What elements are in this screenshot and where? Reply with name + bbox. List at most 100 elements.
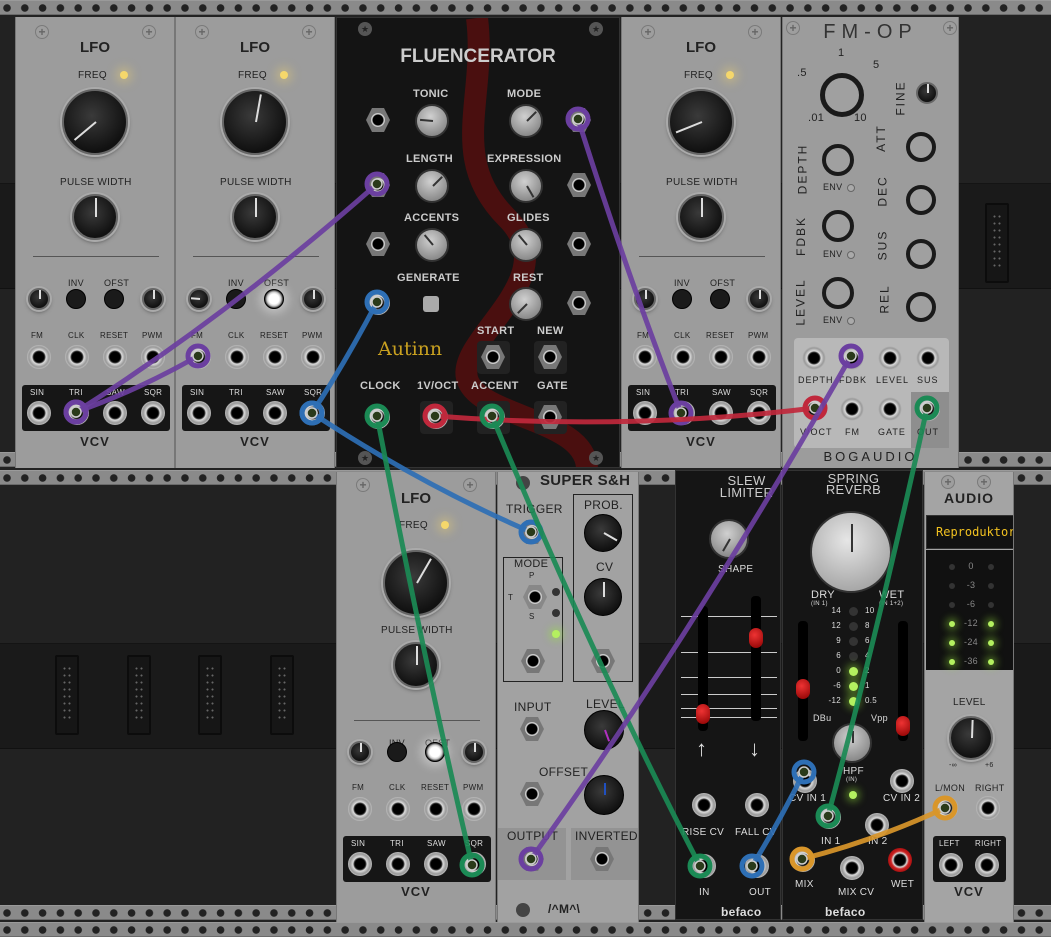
- ofst-button[interactable]: [425, 742, 445, 762]
- freq-knob[interactable]: [383, 550, 449, 616]
- offset-jack[interactable]: [520, 782, 544, 806]
- hpf-knob[interactable]: [832, 723, 872, 763]
- shape-knob[interactable]: [709, 519, 749, 559]
- fdbk-cv-jack[interactable]: [840, 346, 864, 370]
- level-knob[interactable]: [822, 277, 854, 309]
- accent-output-jack[interactable]: [481, 405, 505, 429]
- saw-output-jack[interactable]: [424, 852, 448, 876]
- spring-reverb-module[interactable]: SPRING REVERB DRY (IN 1) WET (IN 1+2) 14…: [782, 470, 923, 920]
- clk-input-jack[interactable]: [386, 797, 410, 821]
- fine-knob[interactable]: [916, 82, 938, 104]
- right-input-jack[interactable]: [976, 796, 1000, 820]
- mix-cv-jack[interactable]: [840, 856, 864, 880]
- in-2-jack[interactable]: [865, 813, 889, 837]
- fdbk-knob[interactable]: [822, 210, 854, 242]
- reset-input-jack[interactable]: [424, 797, 448, 821]
- dry-wet-knob[interactable]: [810, 511, 892, 593]
- reset-input-jack[interactable]: [709, 345, 733, 369]
- inv-button[interactable]: [672, 289, 692, 309]
- fm-input-jack[interactable]: [840, 397, 864, 421]
- cv-in-1-jack[interactable]: [793, 769, 817, 793]
- clk-input-jack[interactable]: [225, 345, 249, 369]
- mix-output-jack[interactable]: [791, 848, 815, 872]
- env-fdbk-toggle[interactable]: [847, 251, 855, 259]
- pulse-width-knob[interactable]: [232, 194, 278, 240]
- gate-input-jack[interactable]: [878, 397, 902, 421]
- sin-output-jack[interactable]: [187, 401, 211, 425]
- device-display[interactable]: Reproduktor: [926, 515, 1013, 549]
- in-1-jack[interactable]: [817, 805, 841, 829]
- input-jack[interactable]: [520, 717, 544, 741]
- inv-button[interactable]: [226, 289, 246, 309]
- pulse-width-knob[interactable]: [393, 642, 439, 688]
- saw-output-jack[interactable]: [263, 401, 287, 425]
- inv-button[interactable]: [387, 742, 407, 762]
- generate-input-jack[interactable]: [366, 291, 390, 315]
- sqr-output-jack[interactable]: [301, 401, 325, 425]
- fm-attenuator-knob[interactable]: [188, 288, 210, 310]
- saw-output-jack[interactable]: [103, 401, 127, 425]
- clock-output-jack[interactable]: [366, 405, 390, 429]
- pwm-attenuator-knob[interactable]: [302, 288, 324, 310]
- env-level-toggle[interactable]: [847, 317, 855, 325]
- pwm-input-jack[interactable]: [141, 345, 165, 369]
- ratio-knob[interactable]: [820, 73, 864, 117]
- level-knob[interactable]: [584, 710, 624, 750]
- fluencerator-module[interactable]: ★ ★ ★ ★ FLUENCERATOR TONIC MODE LENGTH E…: [336, 17, 620, 468]
- wet-output-jack[interactable]: [888, 848, 912, 872]
- accents-knob[interactable]: [415, 228, 449, 262]
- sin-output-jack[interactable]: [27, 401, 51, 425]
- att-knob[interactable]: [906, 132, 936, 162]
- pwm-attenuator-knob[interactable]: [463, 741, 485, 763]
- out-output-jack[interactable]: [916, 397, 940, 421]
- inv-button[interactable]: [66, 289, 86, 309]
- reset-input-jack[interactable]: [103, 345, 127, 369]
- cv-knob[interactable]: [584, 578, 622, 616]
- clk-input-jack[interactable]: [671, 345, 695, 369]
- fm-input-jack[interactable]: [27, 345, 51, 369]
- freq-knob[interactable]: [62, 89, 128, 155]
- reset-input-jack[interactable]: [263, 345, 287, 369]
- wet-fader[interactable]: [896, 621, 910, 741]
- freq-knob[interactable]: [222, 89, 288, 155]
- slew-limiter-module[interactable]: SLEW LIMITER SHAPE ↑ ↓ RISE CV FALL CV I…: [675, 470, 781, 920]
- mode-knob[interactable]: [509, 104, 543, 138]
- rise-fader-handle[interactable]: [696, 704, 710, 724]
- pwm-attenuator-knob[interactable]: [142, 288, 164, 310]
- rest-knob[interactable]: [509, 287, 543, 321]
- audio-module[interactable]: + + AUDIO Reproduktor 0 -3 -6 -12 -24 -36 LEV…: [924, 472, 1014, 922]
- fm-attenuator-knob[interactable]: [349, 741, 371, 763]
- ofst-button[interactable]: [710, 289, 730, 309]
- wet-fader-handle[interactable]: [896, 716, 910, 736]
- out-jack[interactable]: [745, 854, 769, 878]
- fall-fader-handle[interactable]: [749, 628, 763, 648]
- pwm-attenuator-knob[interactable]: [748, 288, 770, 310]
- fm-input-jack[interactable]: [348, 797, 372, 821]
- tri-output-jack[interactable]: [386, 852, 410, 876]
- sqr-output-jack[interactable]: [462, 852, 486, 876]
- lfo-module-3[interactable]: + + LFO FREQ PULSE WIDTH INV OFST FM CLK…: [621, 17, 781, 468]
- fm-attenuator-knob[interactable]: [28, 288, 50, 310]
- rise-cv-jack[interactable]: [692, 793, 716, 817]
- freq-knob[interactable]: [668, 89, 734, 155]
- tonic-knob[interactable]: [415, 104, 449, 138]
- tri-output-jack[interactable]: [671, 401, 695, 425]
- rel-knob[interactable]: [906, 292, 936, 322]
- sqr-output-jack[interactable]: [747, 401, 771, 425]
- tri-output-jack[interactable]: [65, 401, 89, 425]
- pwm-input-jack[interactable]: [747, 345, 771, 369]
- 1voct-output-jack[interactable]: [424, 405, 448, 429]
- ofst-button[interactable]: [104, 289, 124, 309]
- voct-input-jack[interactable]: [802, 397, 826, 421]
- dry-fader-handle[interactable]: [796, 679, 810, 699]
- sus-cv-jack[interactable]: [916, 346, 940, 370]
- dry-fader[interactable]: [796, 621, 810, 741]
- level-cv-jack[interactable]: [878, 346, 902, 370]
- depth-knob[interactable]: [822, 144, 854, 176]
- ofst-button[interactable]: [264, 289, 284, 309]
- lfo-module-1[interactable]: + + LFO FREQ PULSE WIDTH INV OFST FM CLK…: [15, 17, 175, 468]
- pwm-input-jack[interactable]: [301, 345, 325, 369]
- sin-output-jack[interactable]: [633, 401, 657, 425]
- pwm-input-jack[interactable]: [462, 797, 486, 821]
- lfo-module-2[interactable]: + + LFO FREQ PULSE WIDTH INV OFST FM CLK…: [175, 17, 335, 468]
